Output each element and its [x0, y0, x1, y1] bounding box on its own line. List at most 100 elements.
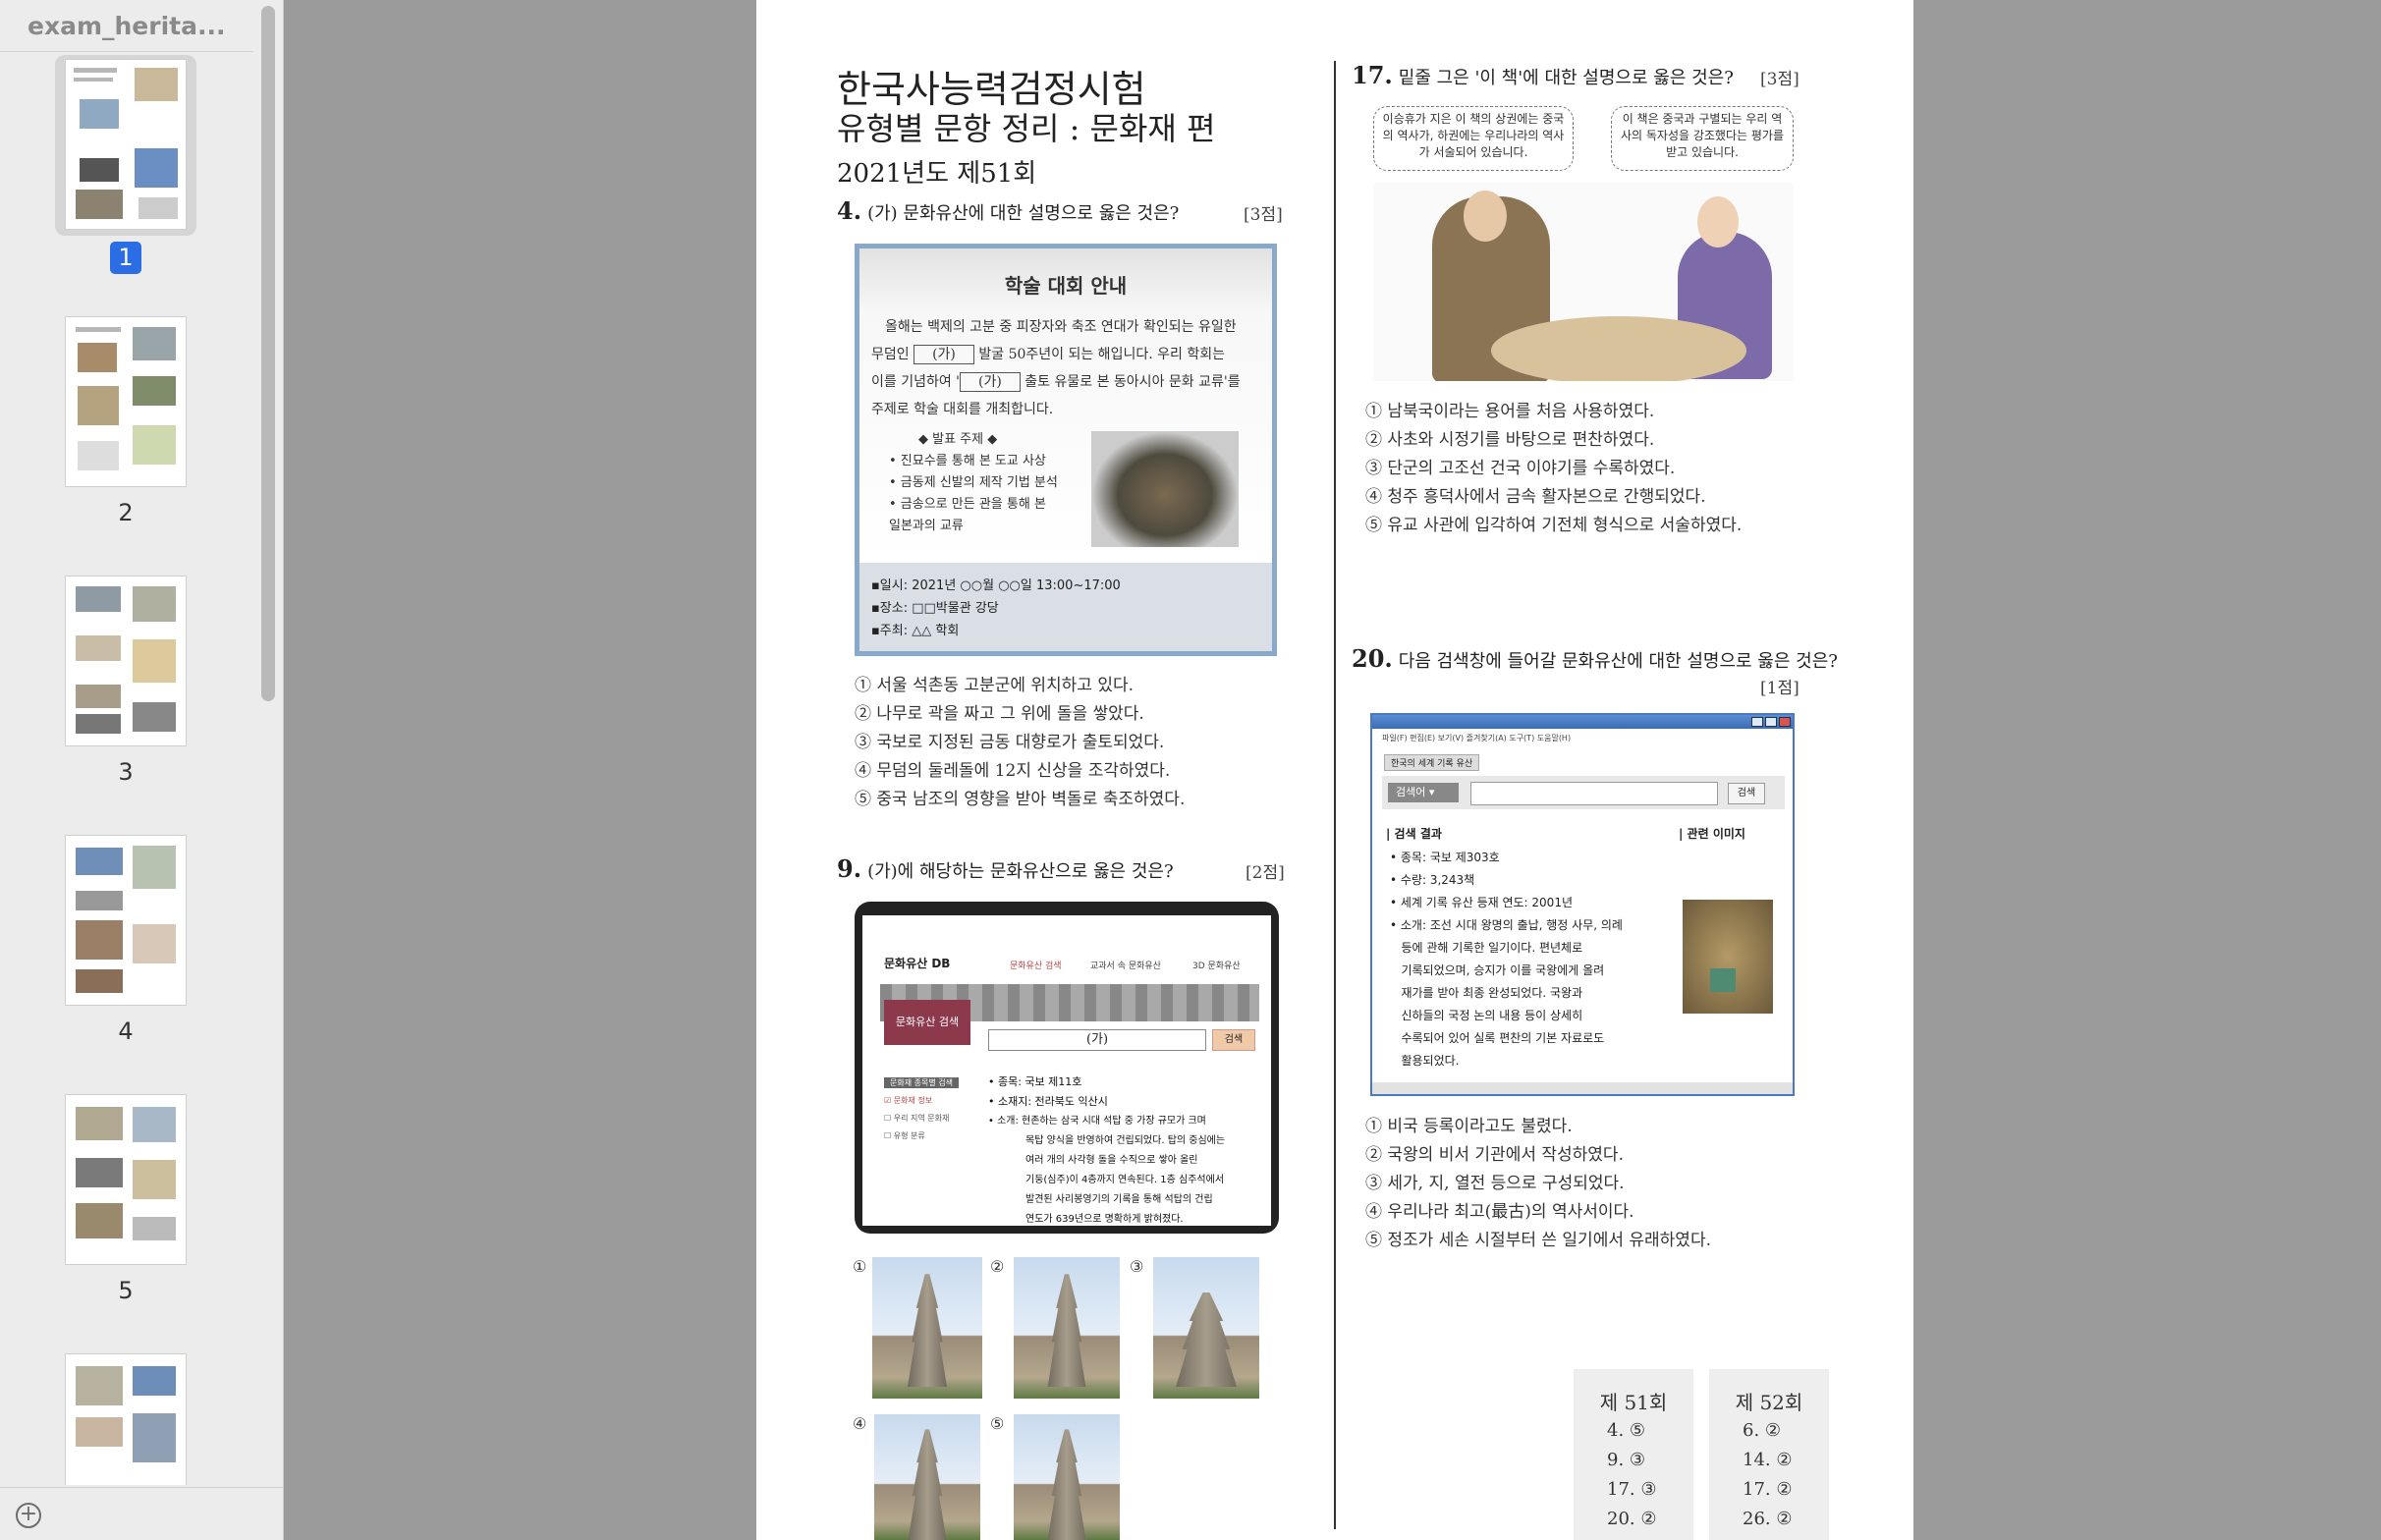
- window-menu: 파일(F) 편집(E) 보기(V) 즐겨찾기(A) 도구(T) 도움말(H): [1382, 734, 1572, 742]
- answer-key-51: 제 51회 4. ⑤ 9. ③ 17. ③ 20. ②: [1574, 1369, 1693, 1540]
- answer-option: ③ 단군의 고조선 건국 이야기를 수록하였다.: [1365, 459, 1676, 478]
- search-button: 검색: [1212, 1029, 1255, 1051]
- poster-text-part: 발굴 50주년이 되는 해입니다. 우리 학회는: [978, 347, 1225, 362]
- topic-item: • 진묘수를 통해 본 도교 사상: [889, 454, 1046, 468]
- browser-window-illustration: 파일(F) 편집(E) 보기(V) 즐겨찾기(A) 도구(T) 도움말(H) 한…: [1370, 713, 1795, 1096]
- tablet-screen: 문화유산 DB 문화유산 검색 교과서 속 문화유산 3D 문화유산 문화유산 …: [862, 915, 1271, 1226]
- question-points: [2점]: [1246, 863, 1285, 883]
- question-9: 9. (가)에 해당하는 문화유산으로 옳은 것은?: [837, 854, 1174, 883]
- document-title: exam_herita...: [28, 12, 226, 40]
- question-4: 4. (가) 문화유산에 대한 설명으로 옳은 것은?: [837, 196, 1179, 225]
- poster-line: 주제로 학술 대회를 개최합니다.: [871, 402, 1054, 417]
- question-number: 4.: [837, 196, 862, 225]
- question-points: [1점]: [1760, 679, 1800, 698]
- side-menu-heading: 문화재 종목별 검색: [884, 1077, 959, 1088]
- pagoda-photo: [1153, 1257, 1259, 1399]
- page-number-label: 3: [118, 758, 134, 786]
- document-page: 한국사능력검정시험 유형별 문항 정리 : 문화재 편 2021년도 제51회 …: [756, 0, 1913, 1540]
- side-menu-item: ☐ 우리 지역 문화재: [884, 1114, 950, 1123]
- page-number-label: 5: [118, 1277, 134, 1304]
- answer-option: ② 사초와 시정기를 바탕으로 편찬하였다.: [1365, 430, 1655, 450]
- speech-bubble-right: 이 책은 중국과 구별되는 우리 역사의 독자성을 강조했다는 평가를 받고 있…: [1611, 106, 1794, 171]
- window-tab: 한국의 세계 기록 유산: [1384, 754, 1480, 771]
- answer-key-row: 4. ⑤: [1607, 1420, 1646, 1441]
- artifact-photo: [1091, 431, 1239, 547]
- answer-key-52: 제 52회 6. ② 14. ② 17. ② 26. ②: [1709, 1369, 1829, 1540]
- close-icon: [1779, 717, 1791, 727]
- results-heading: | 검색 결과: [1386, 827, 1442, 841]
- question-points: [3점]: [1760, 70, 1800, 89]
- info-line: 수록되어 있어 실록 편찬의 기본 자료로도: [1390, 1031, 1605, 1045]
- sidebar-scrollbar[interactable]: [261, 6, 275, 701]
- answer-option: ④ 무덤의 둘레돌에 12지 신상을 조각하였다.: [855, 761, 1171, 781]
- answer-option: ⑤ 정조가 세손 시절부터 쓴 일기에서 유래하였다.: [1365, 1231, 1711, 1250]
- answer-option: ③ 국보로 지정된 금동 대향로가 출토되었다.: [855, 733, 1165, 752]
- maximize-icon: [1765, 717, 1777, 727]
- question-number: 20.: [1352, 644, 1393, 673]
- question-17: 17. 밑줄 그은 '이 책'에 대한 설명으로 옳은 것은?: [1352, 61, 1734, 89]
- pagoda-photo: [872, 1257, 982, 1399]
- answer-key-heading: 제 51회: [1599, 1391, 1668, 1414]
- answer-key-row: 9. ③: [1607, 1450, 1646, 1470]
- thumbnail-page-6[interactable]: [55, 1349, 196, 1485]
- question-20: 20. 다음 검색창에 들어갈 문화유산에 대한 설명으로 옳은 것은?: [1352, 644, 1838, 673]
- info-line: • 종목: 국보 제11호: [988, 1075, 1082, 1088]
- pagoda-photo: [1014, 1257, 1120, 1399]
- poster-details: ▪일시: 2021년 ○○월 ○○일 13:00~17:00 ▪장소: □□박물…: [859, 563, 1272, 651]
- thumbnail-image: [65, 316, 187, 487]
- info-line: • 소개: 조선 시대 왕명의 출납, 행정 사무, 의례: [1390, 918, 1623, 932]
- answer-option: ③ 세가, 지, 열전 등으로 구성되었다.: [1365, 1174, 1625, 1193]
- sidebar-divider: [0, 51, 253, 52]
- info-line: • 수량: 3,243책: [1390, 873, 1475, 887]
- photo-label: ③: [1130, 1257, 1144, 1276]
- search-button: 검색: [1728, 783, 1765, 804]
- photo-label: ⑤: [990, 1414, 1005, 1433]
- answer-option: ① 비국 등록이라고도 불렸다.: [1365, 1117, 1573, 1136]
- poster-line: 이를 기념하여 ' (가) 출토 유물로 본 동아시아 문화 교류'를: [871, 368, 1260, 396]
- question-text: (가) 문화유산에 대한 설명으로 옳은 것은?: [867, 203, 1180, 224]
- thumbnail-image: [65, 1353, 187, 1485]
- plus-circle-icon[interactable]: +: [16, 1503, 41, 1528]
- topic-item: 일본과의 교류: [889, 519, 964, 533]
- question-text: (가)에 해당하는 문화유산으로 옳은 것은?: [867, 861, 1174, 882]
- conference-poster: 학술 대회 안내 올해는 백제의 고분 중 피장자와 축조 연대가 확인되는 유…: [855, 244, 1277, 656]
- poster-body: 올해는 백제의 고분 중 피장자와 축조 연대가 확인되는 유일한 무덤인 (가…: [871, 313, 1260, 423]
- poster-text-part: 무덤인: [871, 347, 910, 362]
- heritage-info: • 종목: 국보 제303호 • 수량: 3,243책 • 세계 기록 유산 등…: [1390, 847, 1685, 1072]
- thumbnail-image: [65, 576, 187, 746]
- thumbnail-image: [65, 1094, 187, 1265]
- answer-option: ⑤ 중국 남조의 영향을 받아 벽돌로 축조하였다.: [855, 790, 1186, 809]
- topic-item: • 금송으로 만든 관을 통해 본: [889, 497, 1046, 512]
- question-text: 다음 검색창에 들어갈 문화유산에 대한 설명으로 옳은 것은?: [1398, 651, 1838, 672]
- info-line: • 소개: 현존하는 삼국 시대 석탑 중 가장 규모가 크며: [988, 1116, 1206, 1127]
- answer-key-row: 17. ③: [1607, 1479, 1657, 1500]
- info-line: 활용되었다.: [1390, 1054, 1460, 1068]
- blank-box: (가): [914, 345, 974, 364]
- question-text: 밑줄 그은 '이 책'에 대한 설명으로 옳은 것은?: [1398, 68, 1734, 88]
- thumbnail-sidebar: exam_herita... 1 2 3 4 5 +: [0, 0, 284, 1540]
- images-heading: | 관련 이미지: [1679, 827, 1745, 841]
- window-titlebar: [1372, 715, 1793, 729]
- poster-text-part: 출토 유물로 본 동아시아 문화 교류'를: [1024, 374, 1241, 390]
- nav-item: 교과서 속 문화유산: [1090, 962, 1161, 971]
- answer-key-heading: 제 52회: [1735, 1391, 1803, 1414]
- photo-label: ④: [853, 1414, 867, 1433]
- speech-bubble-left: 이승휴가 지은 이 책의 상권에는 중국의 역사가, 하권에는 우리나라의 역사…: [1373, 106, 1574, 171]
- search-bar: 검색어 ▾ 검색: [1382, 776, 1785, 809]
- search-input: (가): [988, 1029, 1206, 1051]
- info-line: • 종목: 국보 제303호: [1390, 851, 1500, 864]
- thumbnail-image: [65, 59, 187, 230]
- info-line: 여러 개의 사각형 돌을 수직으로 쌓아 올린: [1025, 1155, 1198, 1166]
- exam-year: 2021년도 제51회: [837, 159, 1037, 189]
- tablet-illustration: 문화유산 DB 문화유산 검색 교과서 속 문화유산 3D 문화유산 문화유산 …: [855, 902, 1279, 1234]
- topics-heading: ◆ 발표 주제 ◆: [918, 432, 998, 447]
- thumbnail-image: [65, 835, 187, 1006]
- question-number: 17.: [1352, 61, 1393, 89]
- search-category-button: 문화유산 검색: [884, 1000, 970, 1045]
- poster-line: 올해는 백제의 고분 중 피장자와 축조 연대가 확인되는 유일한: [885, 319, 1237, 335]
- column-divider: [1334, 61, 1336, 1529]
- answer-key-row: 6. ②: [1743, 1420, 1782, 1441]
- info-line: 기둥(심주)이 4층까지 연속된다. 1층 심주석에서: [1025, 1175, 1225, 1185]
- page-number-label: 1: [110, 242, 141, 274]
- question-number: 9.: [837, 854, 862, 883]
